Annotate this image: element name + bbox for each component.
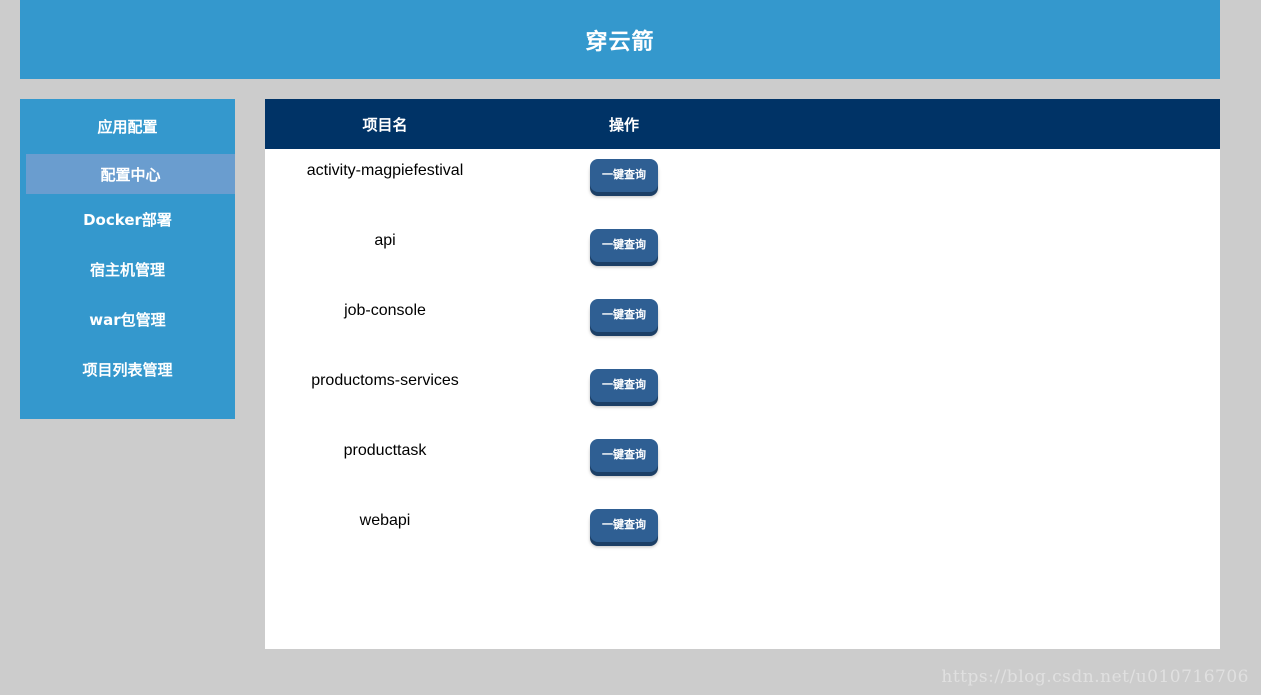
column-header-name: 项目名 [362, 115, 408, 134]
table-row: webapi 一键查询 [265, 499, 1220, 569]
table-row: job-console 一键查询 [265, 289, 1220, 359]
query-button[interactable]: 一键查询 [590, 159, 658, 192]
project-name: job-console [344, 302, 426, 319]
project-name: productoms-services [311, 372, 459, 389]
project-table: 项目名 操作 activity-magpiefestival 一键查询 api … [265, 99, 1220, 649]
project-name: producttask [343, 442, 427, 459]
sidebar-item-host-management[interactable]: 宿主机管理 [20, 244, 235, 294]
sidebar-item-label: 配置中心 [100, 165, 161, 184]
query-button[interactable]: 一键查询 [590, 299, 658, 332]
table-header: 项目名 操作 [265, 99, 1220, 149]
sidebar-item-project-list[interactable]: 项目列表管理 [20, 344, 235, 394]
sidebar-item-label: 应用配置 [97, 118, 158, 136]
sidebar-item-label: 宿主机管理 [89, 260, 165, 279]
query-button[interactable]: 一键查询 [590, 229, 658, 262]
table-row: producttask 一键查询 [265, 429, 1220, 499]
app-title: 穿云箭 [585, 29, 655, 55]
project-name: api [374, 232, 396, 249]
table-row: api 一键查询 [265, 219, 1220, 289]
sidebar: 应用配置 配置中心 Docker部署 宿主机管理 war包管理 项目列表管理 [20, 99, 235, 419]
column-header-operation: 操作 [608, 115, 639, 134]
sidebar-item-label: 项目列表管理 [82, 360, 173, 379]
sidebar-item-config-center[interactable]: 配置中心 [26, 154, 235, 194]
project-name: webapi [359, 512, 411, 529]
project-name: activity-magpiefestival [306, 162, 464, 179]
query-button[interactable]: 一键查询 [590, 509, 658, 542]
table-row: activity-magpiefestival 一键查询 [265, 149, 1220, 219]
query-button[interactable]: 一键查询 [590, 369, 658, 402]
sidebar-item-label: war包管理 [89, 310, 166, 329]
sidebar-item-app-config[interactable]: 应用配置 [20, 99, 235, 154]
watermark: https://blog.csdn.net/u010716706 [941, 667, 1249, 687]
sidebar-item-label: Docker部署 [83, 210, 172, 229]
table-row: productoms-services 一键查询 [265, 359, 1220, 429]
sidebar-item-war-management[interactable]: war包管理 [20, 294, 235, 344]
sidebar-item-docker-deploy[interactable]: Docker部署 [20, 194, 235, 244]
query-button[interactable]: 一键查询 [590, 439, 658, 472]
app-header: 穿云箭 [20, 0, 1220, 79]
